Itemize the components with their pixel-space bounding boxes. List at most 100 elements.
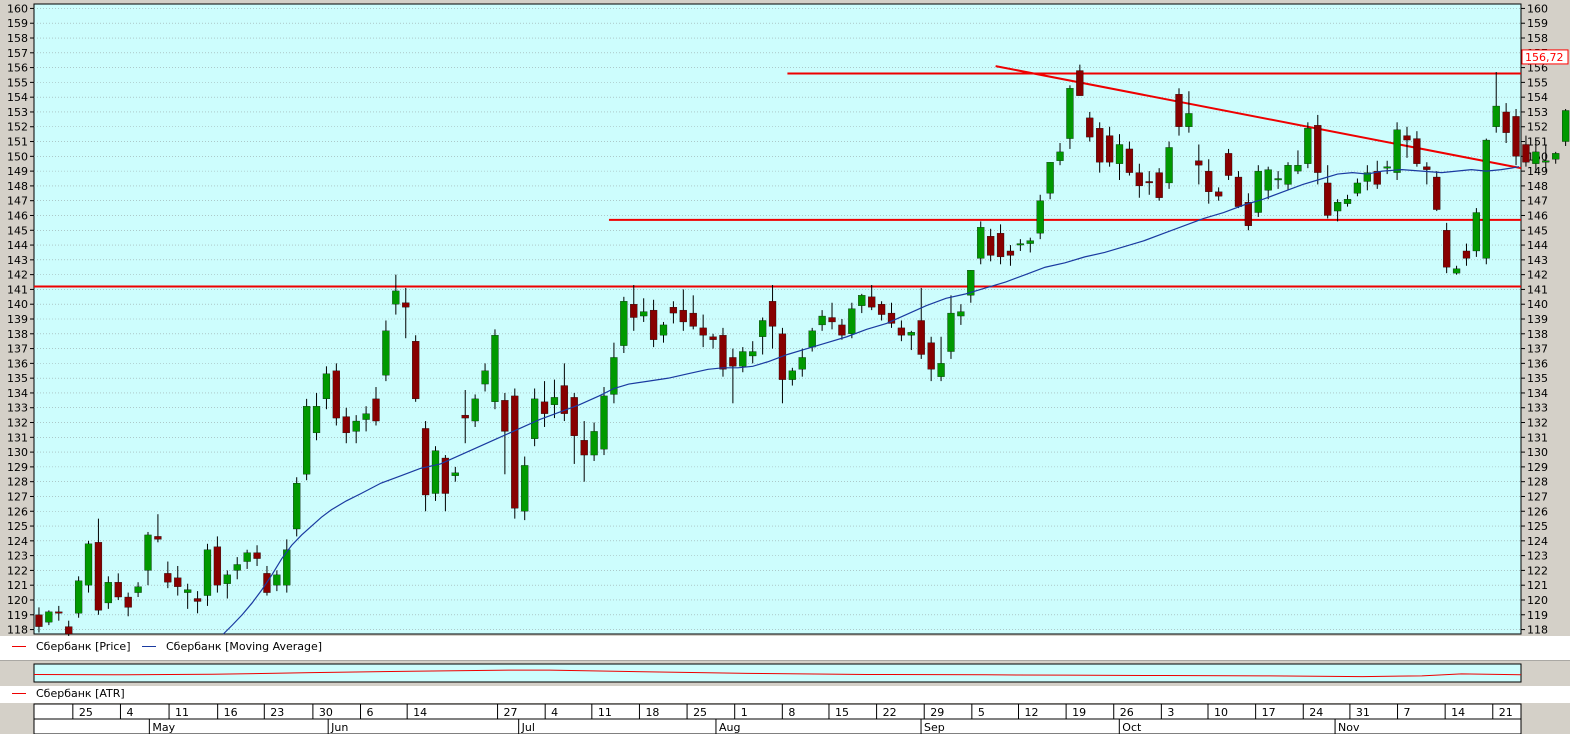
y-tick-label-right: 131 xyxy=(1527,431,1548,444)
y-tick-label-right: 133 xyxy=(1527,402,1548,415)
y-tick-label-left: 128 xyxy=(7,476,28,489)
candle-up xyxy=(84,540,93,593)
candle-body xyxy=(1026,240,1034,244)
candle-body xyxy=(312,406,321,434)
candle-body xyxy=(1383,166,1391,169)
candle-body xyxy=(352,420,360,432)
candle-body xyxy=(402,302,410,308)
candle-down xyxy=(511,388,519,519)
candle-body xyxy=(144,534,152,571)
candle-up xyxy=(977,221,985,265)
date-label: 4 xyxy=(551,706,558,719)
price-chart[interactable]: 1181191201211221231241251261271281291301… xyxy=(0,0,1570,734)
date-label: 7 xyxy=(1404,706,1411,719)
candle-body xyxy=(798,357,806,370)
y-tick-label-left: 150 xyxy=(7,150,28,163)
candle-body xyxy=(996,233,1005,258)
legend-item-atr[interactable]: Сбербанк [ATR] xyxy=(12,687,125,700)
date-label: 27 xyxy=(504,706,518,719)
candle-body xyxy=(1135,172,1143,187)
candle-body xyxy=(1155,172,1163,198)
date-label: 12 xyxy=(1024,706,1038,719)
y-tick-label-right: 125 xyxy=(1527,520,1548,533)
candle-body xyxy=(193,598,202,602)
candle-body xyxy=(84,543,93,586)
date-label: 11 xyxy=(598,706,612,719)
date-label: 22 xyxy=(883,706,897,719)
y-tick-label-right: 121 xyxy=(1527,579,1548,592)
y-tick-label-left: 124 xyxy=(7,535,28,548)
y-tick-label-left: 142 xyxy=(7,269,28,282)
date-label: 17 xyxy=(1262,706,1276,719)
y-tick-label-right: 146 xyxy=(1527,209,1548,222)
date-label: 21 xyxy=(1499,706,1513,719)
month-label: May xyxy=(152,721,175,734)
y-tick-label-right: 119 xyxy=(1527,609,1548,622)
candle-up xyxy=(431,446,440,501)
candle-body xyxy=(1353,182,1362,194)
date-label: 25 xyxy=(79,706,93,719)
candle-body xyxy=(987,236,995,256)
y-tick-label-left: 132 xyxy=(7,417,28,430)
candle-body xyxy=(699,327,707,336)
candle-body xyxy=(253,552,261,559)
candle-body xyxy=(1552,153,1560,160)
candle-body xyxy=(947,312,955,352)
y-tick-label-right: 124 xyxy=(1527,535,1548,548)
candle-up xyxy=(1393,122,1401,180)
candle-body xyxy=(1403,135,1411,141)
candle-body xyxy=(719,335,727,370)
candle-body xyxy=(897,327,906,336)
y-tick-label-right: 148 xyxy=(1527,180,1548,193)
date-label: 19 xyxy=(1072,706,1086,719)
candle-body xyxy=(689,312,697,327)
candle-body xyxy=(302,406,311,475)
candle-body xyxy=(164,573,172,583)
candle-body xyxy=(45,611,53,623)
candle-body xyxy=(739,351,747,367)
candle-body xyxy=(243,552,251,562)
candle-body xyxy=(1046,162,1054,194)
y-tick-label-right: 141 xyxy=(1527,283,1548,296)
candle-body xyxy=(1492,105,1500,127)
date-label: 3 xyxy=(1167,706,1174,719)
candle-body xyxy=(481,370,489,385)
y-tick-label-left: 121 xyxy=(7,579,28,592)
y-tick-label-left: 138 xyxy=(7,328,28,341)
candle-body xyxy=(1165,147,1173,184)
candle-down xyxy=(719,327,727,377)
candle-body xyxy=(1443,230,1451,268)
candle-body xyxy=(818,315,826,326)
legend-item-ma[interactable]: Сбербанк [Moving Average] xyxy=(142,640,322,653)
candle-up xyxy=(1304,122,1312,169)
y-tick-label-left: 156 xyxy=(7,62,28,75)
candle-body xyxy=(293,483,301,530)
y-tick-label-left: 136 xyxy=(7,357,28,370)
y-tick-label-right: 160 xyxy=(1527,2,1548,15)
candle-body xyxy=(322,373,331,400)
candle-body xyxy=(1561,110,1570,142)
candle-body xyxy=(332,370,340,419)
candle-body xyxy=(35,614,43,627)
candle-body xyxy=(1036,200,1044,234)
candle-body xyxy=(392,290,400,305)
candle-body xyxy=(471,398,479,422)
y-tick-label-right: 143 xyxy=(1527,254,1548,267)
candle-up xyxy=(521,456,529,521)
candle-body xyxy=(709,336,717,340)
legend-item-price[interactable]: Сбербанк [Price] xyxy=(12,640,131,653)
candle-body xyxy=(768,301,777,327)
y-tick-label-right: 140 xyxy=(1527,298,1548,311)
candle-body xyxy=(1294,165,1302,172)
candle-body xyxy=(957,311,965,317)
candle-up xyxy=(302,398,311,481)
candle-up xyxy=(620,296,628,354)
candle-down xyxy=(1433,171,1441,212)
legend-price-swatch xyxy=(12,646,26,647)
y-tick-label-left: 145 xyxy=(7,224,28,237)
legend-atr-swatch xyxy=(12,693,26,694)
candle-body xyxy=(233,564,241,571)
candle-body xyxy=(1016,243,1024,246)
candle-up xyxy=(600,387,608,456)
candle-body xyxy=(1512,116,1520,157)
